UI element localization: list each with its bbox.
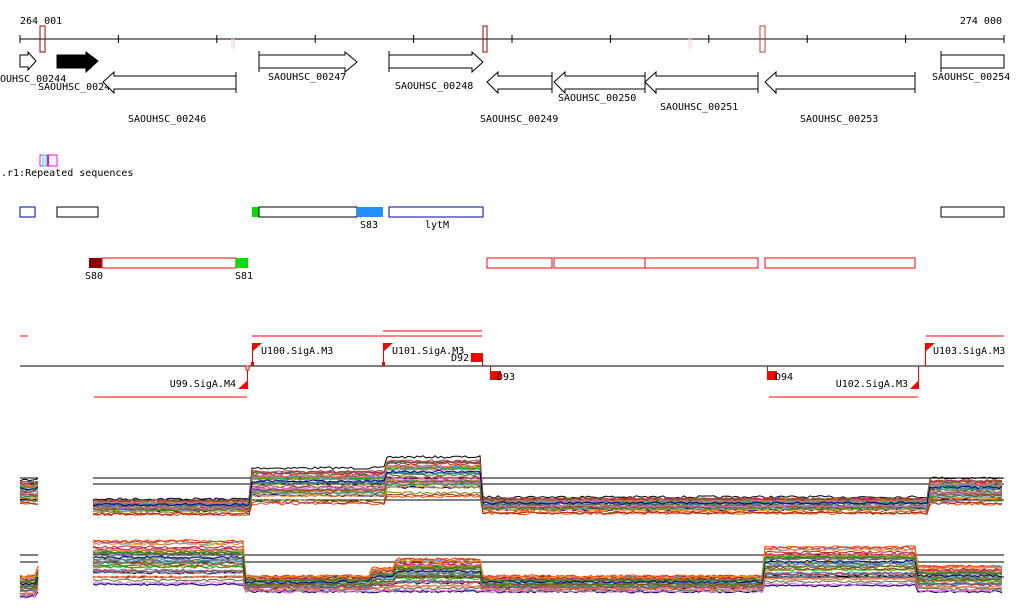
gene-00248[interactable]: SAOUHSC_00248	[388, 50, 484, 92]
gene-00251[interactable]: SAOUHSC_00251	[644, 70, 759, 113]
segment-label-lytm: lytM	[425, 220, 449, 231]
gene-label[interactable]: SAOUHSC_00247	[268, 72, 346, 83]
expression-trace	[92, 460, 1003, 503]
promoter-u99[interactable]: U99.SigA.M4	[170, 365, 250, 390]
promoter-track: U99.SigA.M4 U100.SigA.M3 U101.SigA.M3 D9…	[20, 330, 1005, 398]
segment[interactable]	[56, 206, 99, 218]
repeat-track-label: .r1:Repeated sequences	[1, 168, 133, 179]
expression-panel-2	[19, 539, 1004, 599]
gene-label[interactable]: SAOUHSC_00254	[932, 72, 1010, 83]
gene-label[interactable]: SAOUHSC_00249	[480, 114, 558, 125]
gene-label[interactable]: SAOUHSC_00248	[395, 81, 473, 92]
gene-label[interactable]: SAOUHSC_00251	[660, 102, 738, 113]
segment-track-1: S83 lytM	[19, 206, 1005, 231]
gene-00245[interactable]: SAOUHSC_00245	[38, 51, 116, 93]
segment[interactable]	[19, 206, 36, 218]
gene-label[interactable]: SAOUHSC_00250	[558, 93, 636, 104]
gene-label[interactable]: SAOUHSC_00253	[800, 114, 878, 125]
gene-00246[interactable]: SAOUHSC_00246	[102, 70, 237, 125]
svg-text:U102.SigA.M3: U102.SigA.M3	[836, 379, 908, 390]
gene-00244[interactable]: OUHSC_00244	[0, 50, 66, 85]
segment-track-2: S80 S81	[85, 257, 916, 282]
promoter-u102[interactable]: U102.SigA.M3	[836, 366, 919, 390]
segment-green[interactable]	[252, 207, 259, 217]
gene-00247[interactable]: SAOUHSC_00247	[258, 50, 358, 83]
segment[interactable]	[101, 257, 237, 269]
segment[interactable]	[940, 206, 1005, 218]
segment[interactable]	[486, 257, 553, 269]
gene-00253[interactable]: SAOUHSC_00253	[764, 70, 916, 125]
segment-s80[interactable]	[89, 258, 102, 268]
promoter-u103[interactable]: U103.SigA.M3	[925, 343, 1005, 366]
terminator-d94[interactable]: D94	[767, 366, 793, 383]
ruler-start-label: 264 001	[20, 16, 62, 27]
segment-label-s80: S80	[85, 271, 103, 282]
segment-s81[interactable]	[236, 258, 248, 268]
segment[interactable]	[258, 206, 358, 218]
gene-track: OUHSC_00244 SAOUHSC_00245 SAOUHSC_00246 …	[0, 50, 1010, 125]
gene-label[interactable]: SAOUHSC_00246	[128, 114, 206, 125]
expression-trace	[92, 459, 1002, 503]
repeat-box[interactable]	[42, 154, 47, 167]
terminator-d92[interactable]: D92	[451, 353, 483, 366]
segment[interactable]	[764, 257, 916, 269]
expression-trace	[92, 461, 1003, 504]
terminator-d93[interactable]: D93	[490, 366, 515, 383]
svg-text:D93: D93	[497, 372, 515, 383]
segment-label-s81: S81	[235, 271, 253, 282]
segment[interactable]	[644, 257, 759, 269]
expression-trace	[92, 460, 1003, 503]
segment-label-s83: S83	[360, 220, 378, 231]
repeat-box[interactable]	[47, 155, 49, 166]
segment[interactable]	[553, 257, 646, 269]
repeat-track: .r1:Repeated sequences	[1, 154, 133, 179]
segment-lytm[interactable]	[388, 206, 484, 218]
ruler-end-label: 274 000	[960, 16, 1002, 27]
svg-text:U99.SigA.M4: U99.SigA.M4	[170, 379, 236, 390]
gene-00250[interactable]: SAOUHSC_00250	[553, 70, 646, 104]
expression-trace	[19, 478, 39, 482]
genome-browser: 264 001 274 000 OUHSC_00244 SAOUHSC_0024…	[0, 16, 1010, 599]
promoter-u100[interactable]: U100.SigA.M3	[251, 343, 333, 366]
svg-text:U100.SigA.M3: U100.SigA.M3	[261, 346, 333, 357]
gene-00254[interactable]: SAOUHSC_00254	[932, 51, 1010, 83]
segment-s83[interactable]	[357, 207, 383, 217]
ruler: 264 001 274 000	[19, 16, 1005, 53]
expression-panel-1	[19, 455, 1004, 517]
svg-text:D94: D94	[775, 372, 793, 383]
svg-text:D92: D92	[451, 353, 469, 364]
svg-text:U103.SigA.M3: U103.SigA.M3	[933, 346, 1005, 357]
gene-00249[interactable]: SAOUHSC_00249	[480, 70, 558, 125]
